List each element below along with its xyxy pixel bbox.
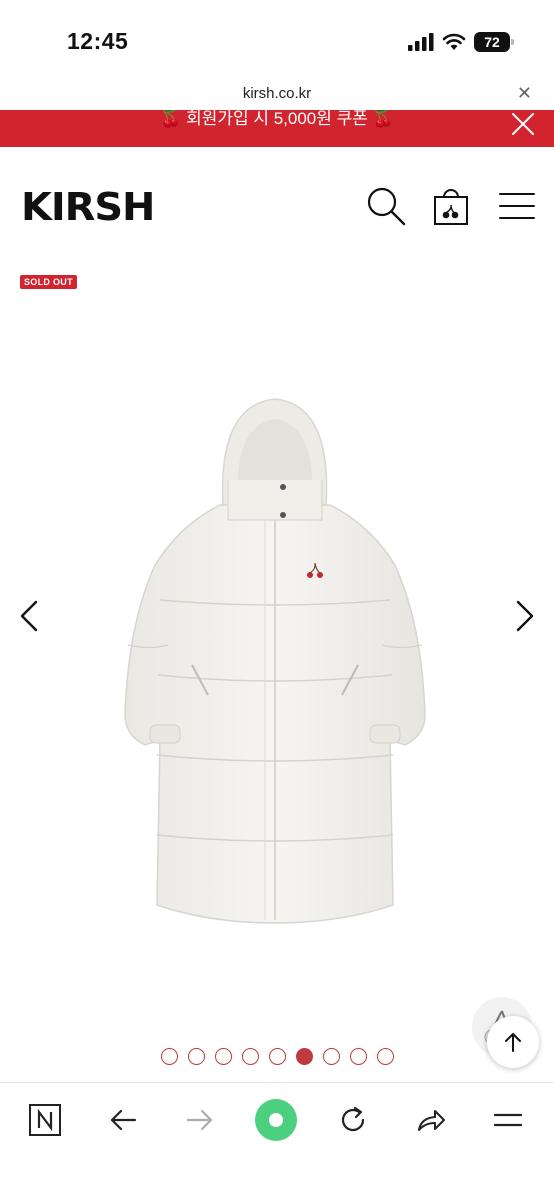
green-dot-button[interactable] <box>253 1097 299 1143</box>
site-header: KIRSH <box>0 147 554 260</box>
carousel-dot-active[interactable] <box>295 1048 313 1065</box>
shopping-bag-icon[interactable] <box>430 185 472 227</box>
chevron-left-icon[interactable] <box>14 596 44 636</box>
promo-text: 🍒 회원가입 시 5,000원 쿠폰 🍒 <box>160 110 394 128</box>
status-bar: 12:45 72 <box>0 0 554 80</box>
reload-icon <box>341 1106 365 1132</box>
browser-toolbar <box>0 1082 554 1200</box>
kirsh-logo[interactable]: KIRSH <box>21 185 155 229</box>
cellular-signal-icon <box>408 33 434 51</box>
carousel-dot[interactable] <box>214 1048 232 1065</box>
carousel-dot[interactable] <box>376 1048 394 1065</box>
back-button[interactable] <box>100 1097 146 1143</box>
share-button[interactable] <box>408 1097 454 1143</box>
green-circle-icon <box>255 1099 297 1141</box>
menu-button[interactable] <box>485 1097 531 1143</box>
arrow-left-icon <box>110 1109 137 1131</box>
menu-lines-icon <box>493 1113 523 1127</box>
url-bar[interactable]: kirsh.co.kr ✕ <box>0 80 554 110</box>
status-icons: 72 <box>408 30 514 54</box>
reload-button[interactable] <box>330 1097 376 1143</box>
search-icon[interactable] <box>365 185 407 227</box>
carousel-dot[interactable] <box>349 1048 367 1065</box>
battery-level: 72 <box>484 34 500 50</box>
sold-out-badge: SOLD OUT <box>20 275 77 289</box>
hamburger-menu-icon[interactable] <box>496 185 538 227</box>
carousel-dot[interactable] <box>187 1048 205 1065</box>
carousel-dot[interactable] <box>268 1048 286 1065</box>
carousel-dots <box>0 1048 554 1065</box>
battery-indicator: 72 <box>474 32 514 52</box>
arrow-up-icon <box>505 1033 521 1052</box>
product-image[interactable] <box>120 395 430 930</box>
carousel-dot[interactable] <box>241 1048 259 1065</box>
forward-button[interactable] <box>177 1097 223 1143</box>
wifi-icon <box>442 33 466 50</box>
close-icon[interactable] <box>510 111 536 137</box>
status-time: 12:45 <box>67 28 129 54</box>
naver-home-button[interactable] <box>22 1097 68 1143</box>
carousel-dot[interactable] <box>160 1048 178 1065</box>
share-arrow-icon <box>418 1110 445 1131</box>
scroll-to-top-button[interactable] <box>487 1016 539 1068</box>
url-text[interactable]: kirsh.co.kr <box>0 85 554 102</box>
arrow-right-icon <box>186 1109 213 1131</box>
promo-banner[interactable]: 🍒 회원가입 시 5,000원 쿠폰 🍒 <box>0 110 554 147</box>
chevron-right-icon[interactable] <box>510 596 540 636</box>
naver-n-icon <box>29 1104 61 1136</box>
carousel-dot[interactable] <box>322 1048 340 1065</box>
close-icon[interactable]: ✕ <box>517 83 532 104</box>
